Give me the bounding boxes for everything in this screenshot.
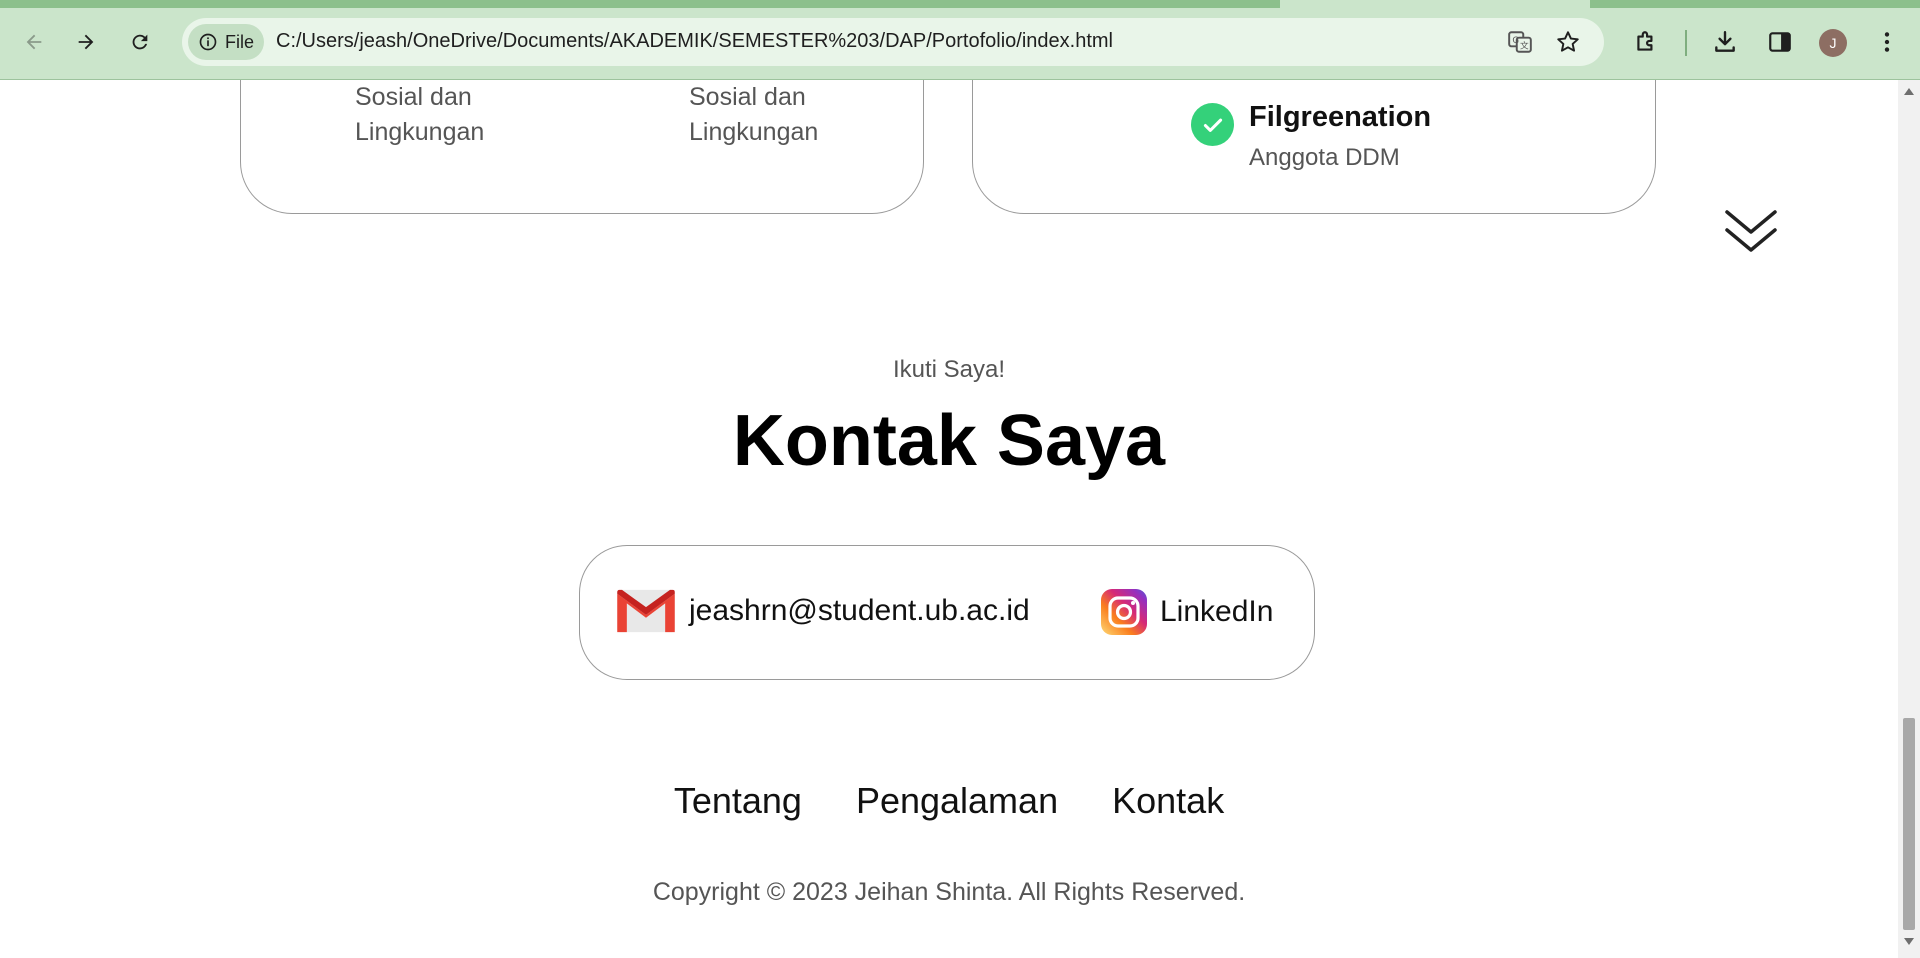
- scroll-up-arrow-icon[interactable]: [1904, 88, 1914, 95]
- experience-category-1: Sosial dan Lingkungan: [355, 80, 575, 150]
- category-line: Sosial dan: [689, 83, 806, 111]
- translate-button[interactable]: G 文: [1506, 28, 1534, 56]
- contact-box: jeashrn@student.ub.ac.id LinkedIn: [579, 545, 1315, 680]
- check-icon: [1203, 118, 1222, 132]
- page-content: Sosial dan Lingkungan Sosial dan Lingkun…: [0, 80, 1898, 958]
- forward-button[interactable]: [66, 22, 106, 62]
- scrollbar-thumb[interactable]: [1903, 718, 1915, 930]
- email-text: jeashrn@student.ub.ac.id: [689, 594, 1030, 627]
- check-badge: [1191, 103, 1234, 146]
- category-line: Sosial dan: [355, 83, 472, 111]
- tab-strip: [0, 0, 1280, 8]
- contact-title: Kontak Saya: [732, 401, 1166, 481]
- vertical-scrollbar[interactable]: [1898, 80, 1920, 958]
- extensions-button[interactable]: [1628, 24, 1664, 60]
- url-text[interactable]: C:/Users/jeash/OneDrive/Documents/AKADEM…: [276, 30, 1113, 53]
- toolbar-separator: [1685, 30, 1687, 56]
- linkedin-text: LinkedIn: [1160, 595, 1274, 628]
- downloads-button[interactable]: [1707, 24, 1743, 60]
- instagram-icon: [1101, 589, 1147, 635]
- back-icon: [26, 34, 42, 50]
- bookmark-button[interactable]: [1554, 28, 1582, 56]
- reload-button[interactable]: [120, 22, 160, 62]
- menu-button[interactable]: [1869, 24, 1905, 60]
- gmail-icon: [617, 589, 675, 633]
- copyright-text: Copyright © 2023 Jeihan Shinta. All Righ…: [652, 878, 1246, 906]
- site-info-chip[interactable]: File: [188, 24, 264, 60]
- menu-icon: [1884, 32, 1890, 52]
- profile-avatar[interactable]: J: [1819, 29, 1847, 57]
- organization-role: Anggota DDM: [1249, 144, 1400, 171]
- svg-text:文: 文: [1520, 40, 1529, 52]
- address-bar[interactable]: File C:/Users/jeash/OneDrive/Documents/A…: [182, 18, 1604, 66]
- extensions-icon: [1637, 31, 1653, 51]
- category-line: Lingkungan: [689, 118, 819, 146]
- download-icon: [1715, 31, 1735, 52]
- svg-text:G: G: [1512, 36, 1519, 46]
- footer-link-tentang[interactable]: Tentang: [674, 780, 802, 821]
- scroll-down-chevron-icon[interactable]: [1723, 208, 1779, 258]
- scroll-down-arrow-icon[interactable]: [1904, 938, 1914, 945]
- translate-icon: G 文: [1508, 31, 1532, 53]
- footer-link-kontak[interactable]: Kontak: [1112, 780, 1224, 821]
- reload-icon: [132, 34, 148, 50]
- info-icon: [199, 33, 217, 51]
- tab-strip-right: [1590, 0, 1920, 8]
- footer-nav: Tentang Pengalaman Kontak: [0, 780, 1898, 822]
- browser-toolbar: File C:/Users/jeash/OneDrive/Documents/A…: [0, 0, 1920, 80]
- linkedin-link[interactable]: LinkedIn: [1100, 588, 1273, 636]
- back-button[interactable]: [14, 22, 54, 62]
- organization-name: Filgreenation: [1249, 101, 1432, 133]
- contact-subtitle: Ikuti Saya!: [892, 356, 1006, 383]
- email-link[interactable]: jeashrn@student.ub.ac.id: [615, 588, 1030, 634]
- footer-link-pengalaman[interactable]: Pengalaman: [856, 780, 1058, 821]
- site-chip-label: File: [225, 31, 255, 52]
- experience-category-2: Sosial dan Lingkungan: [689, 80, 909, 150]
- bookmark-star-icon: [1557, 31, 1579, 52]
- side-panel-icon: [1769, 32, 1791, 52]
- side-panel-button[interactable]: [1762, 24, 1798, 60]
- category-line: Lingkungan: [355, 118, 485, 146]
- forward-icon: [78, 34, 94, 50]
